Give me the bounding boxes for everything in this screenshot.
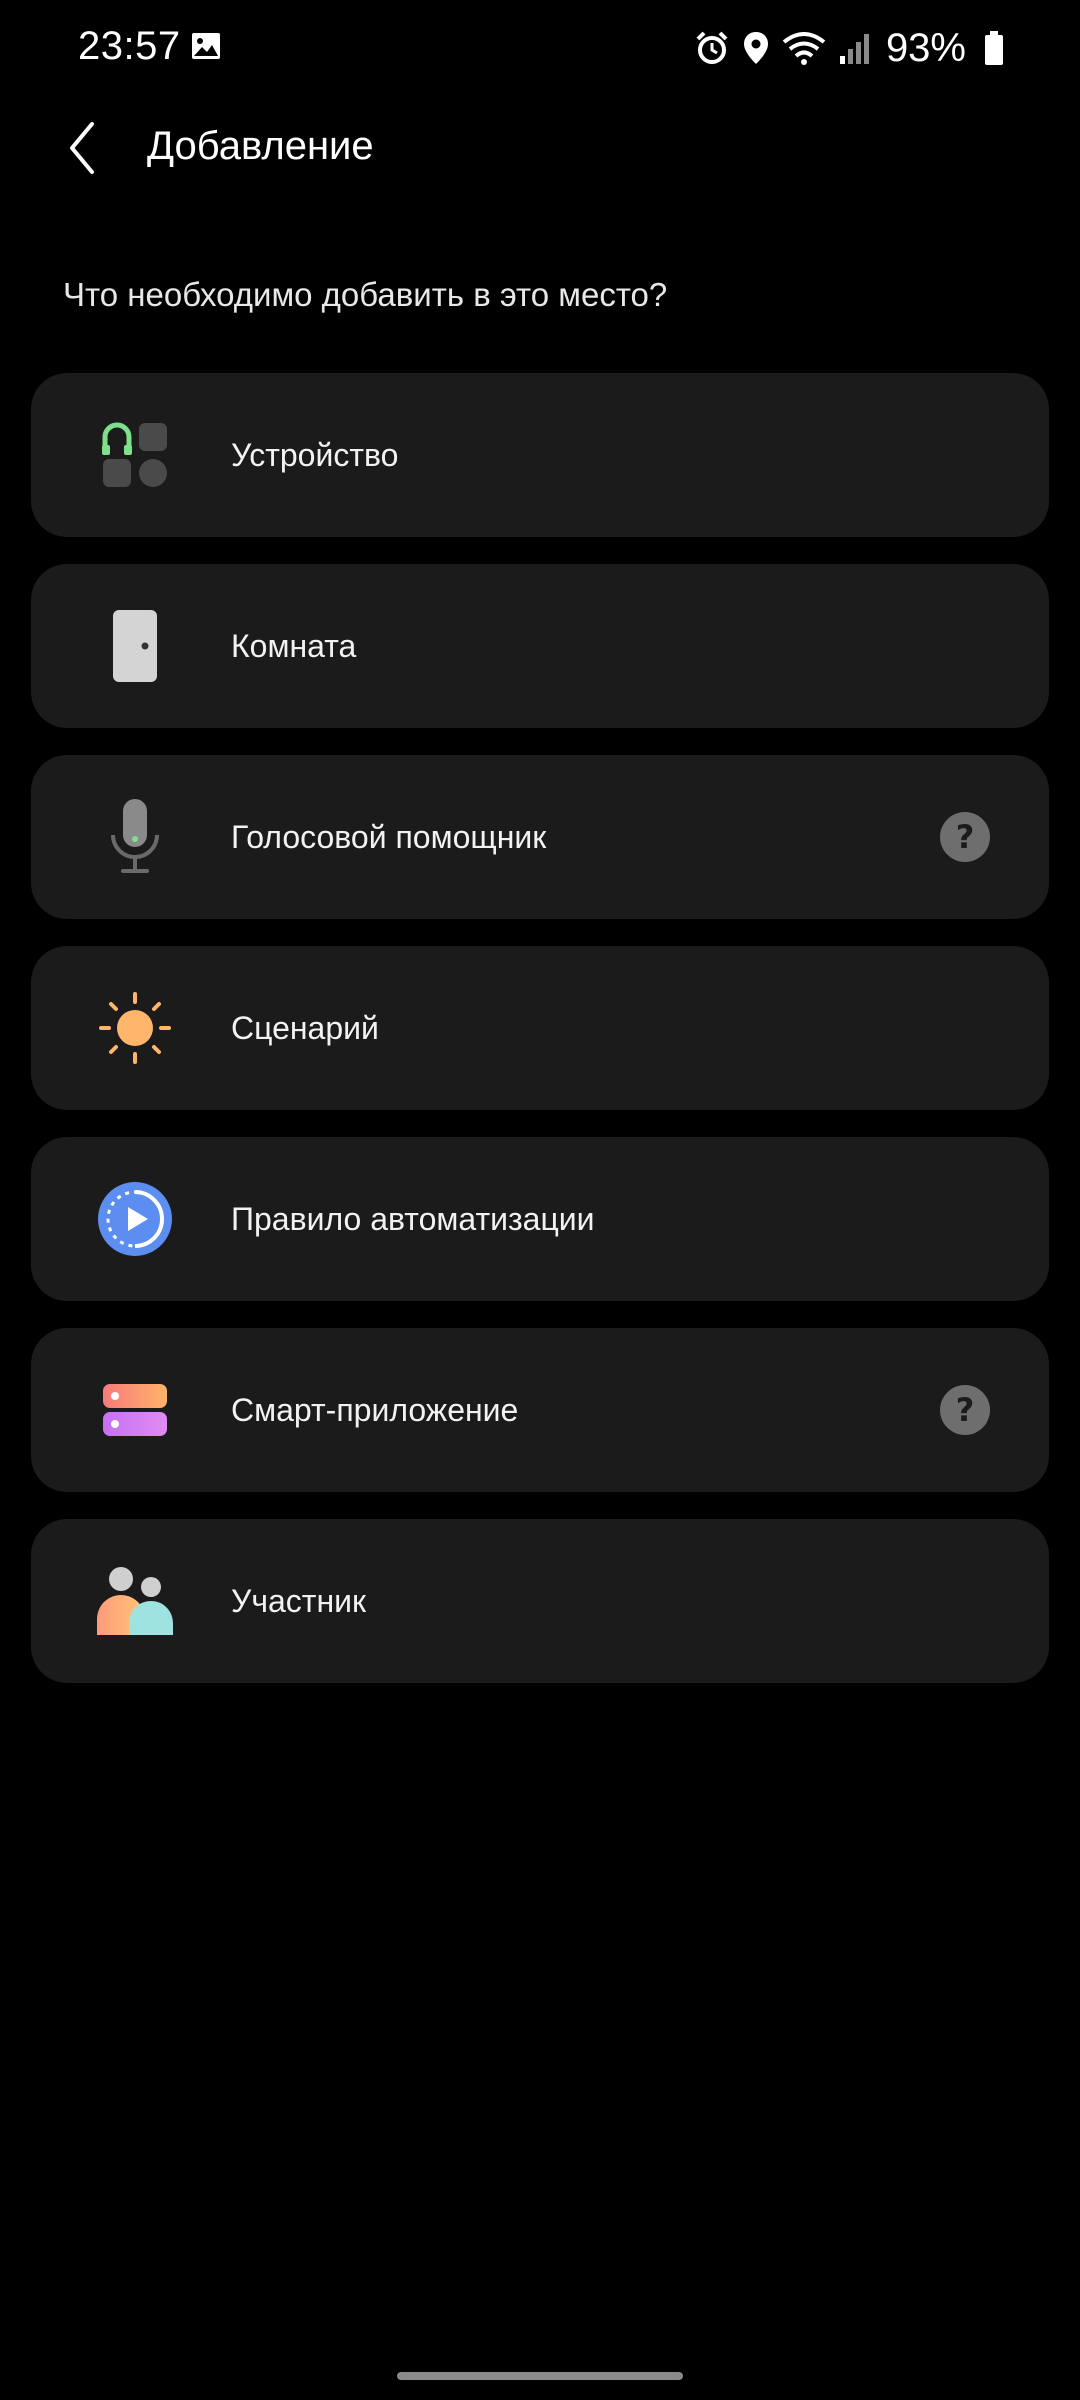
option-label: Устройство [231, 437, 399, 473]
door-icon [95, 606, 175, 686]
option-label: Комната [231, 628, 357, 664]
option-automation-rule[interactable]: Правило автоматизации [31, 1137, 1049, 1301]
smartapp-icon [95, 1370, 175, 1450]
option-label: Голосовой помощник [231, 819, 547, 855]
status-time: 23:57 [78, 24, 181, 68]
option-label: Участник [231, 1583, 366, 1619]
status-bar: 23:57 93% [0, 0, 1080, 96]
add-options-list: Устройство Комната Голосовой помощник ? [31, 373, 1049, 1683]
location-icon [742, 30, 770, 66]
option-member[interactable]: Участник [31, 1519, 1049, 1683]
home-indicator[interactable] [397, 2372, 683, 2380]
members-icon [95, 1561, 175, 1641]
option-label: Смарт-приложение [231, 1392, 519, 1428]
help-button[interactable]: ? [940, 1385, 990, 1435]
devices-icon [95, 415, 175, 495]
status-icons: 93% [694, 20, 1004, 76]
gallery-icon [190, 30, 222, 62]
question-mark-icon: ? [955, 1391, 975, 1429]
microphone-icon [95, 797, 175, 877]
chevron-left-icon [64, 120, 100, 181]
app-header: Добавление [0, 110, 1080, 190]
option-scene[interactable]: Сценарий [31, 946, 1049, 1110]
option-label: Сценарий [231, 1010, 379, 1046]
page-title: Добавление [147, 124, 374, 168]
alarm-icon [694, 30, 730, 66]
automation-play-icon [95, 1179, 175, 1259]
option-device[interactable]: Устройство [31, 373, 1049, 537]
option-voice-assistant[interactable]: Голосовой помощник ? [31, 755, 1049, 919]
back-button[interactable] [52, 114, 112, 186]
battery-icon [984, 30, 1004, 66]
question-mark-icon: ? [955, 818, 975, 856]
sun-icon [95, 988, 175, 1068]
signal-icon [838, 30, 870, 66]
question-text: Что необходимо добавить в это место? [63, 276, 668, 313]
battery-percent: 93% [885, 25, 966, 70]
help-button[interactable]: ? [940, 812, 990, 862]
wifi-icon [782, 30, 826, 66]
option-room[interactable]: Комната [31, 564, 1049, 728]
option-smart-app[interactable]: Смарт-приложение ? [31, 1328, 1049, 1492]
option-label: Правило автоматизации [231, 1201, 595, 1237]
